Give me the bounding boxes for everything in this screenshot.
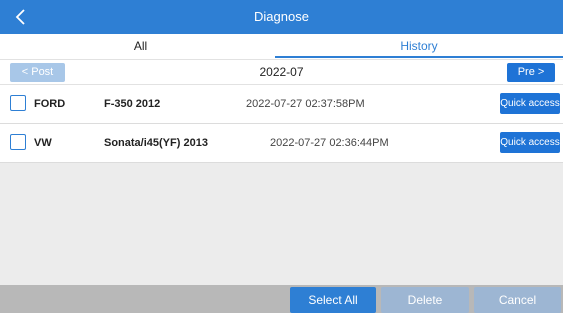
cancel-button[interactable]: Cancel — [474, 287, 561, 313]
diagnose-timestamp: 2022-07-27 02:37:58PM — [246, 98, 365, 110]
current-month: 2022-07 — [259, 65, 304, 79]
vehicle-model: F-350 2012 — [104, 98, 161, 110]
tab-bar: All History — [0, 34, 563, 59]
tab-all[interactable]: All — [0, 34, 281, 59]
active-tab-indicator — [275, 56, 563, 58]
select-all-button[interactable]: Select All — [290, 287, 376, 313]
vehicle-make: VW — [34, 137, 52, 149]
row-checkbox[interactable] — [10, 134, 26, 150]
diagnose-timestamp: 2022-07-27 02:36:44PM — [270, 137, 389, 149]
list-empty-area — [0, 163, 563, 285]
history-row[interactable]: FORD F-350 2012 2022-07-27 02:37:58PM Qu… — [0, 85, 563, 124]
page-title: Diagnose — [254, 9, 309, 24]
history-row[interactable]: VW Sonata/i45(YF) 2013 2022-07-27 02:36:… — [0, 124, 563, 163]
action-bar: Select All Delete Cancel — [0, 285, 563, 313]
quick-access-button[interactable]: Quick access — [500, 93, 560, 114]
title-bar: Diagnose — [0, 0, 563, 34]
vehicle-make: FORD — [34, 98, 66, 110]
date-navigation: < Post 2022-07 Pre > — [0, 59, 563, 85]
vehicle-model: Sonata/i45(YF) 2013 — [104, 137, 208, 149]
delete-button[interactable]: Delete — [381, 287, 469, 313]
quick-access-button[interactable]: Quick access — [500, 132, 560, 153]
pre-button[interactable]: Pre > — [507, 63, 555, 82]
row-checkbox[interactable] — [10, 95, 26, 111]
